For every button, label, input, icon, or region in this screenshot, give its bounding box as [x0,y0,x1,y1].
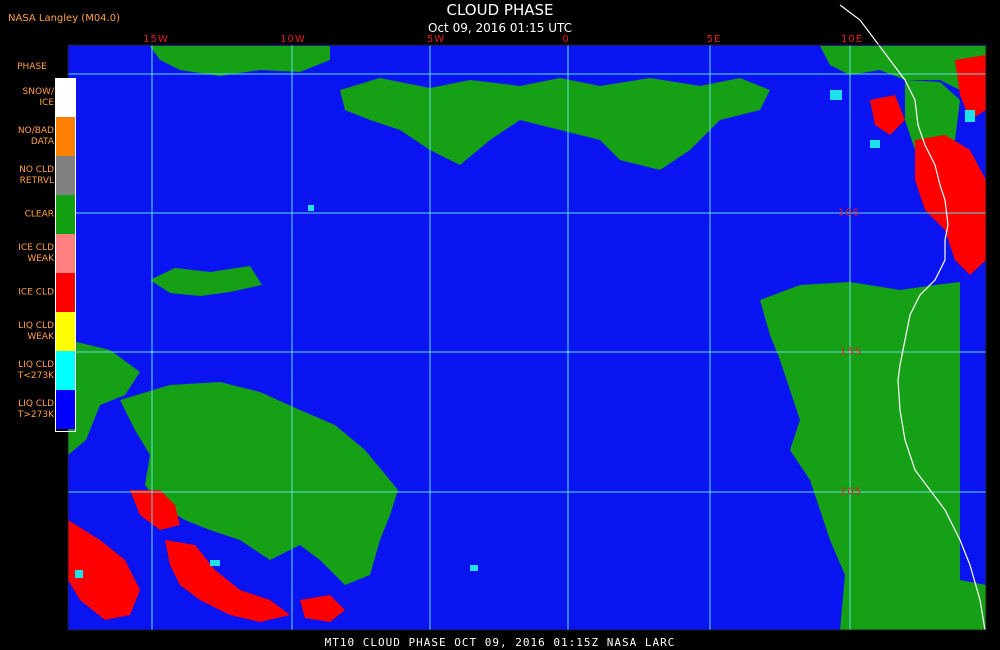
lon-label-5e: 5E [706,34,722,45]
legend-item-label: LIQ CLD WEAK [18,320,54,342]
chart-subtitle: Oct 09, 2016 01:15 UTC [428,21,572,35]
lat-label-15s: 15S [840,346,863,358]
legend-item-label: LIQ CLD T<273K [17,359,54,381]
chart-title: CLOUD PHASE [446,1,554,19]
legend-item-label: SNOW/ ICE [22,86,54,108]
lat-label-10s: 10S [838,207,861,219]
lon-label-5w: 5W [426,34,446,45]
legend-item-label: CLEAR [24,209,54,219]
lon-label-10w: 10W [280,34,306,45]
legend-item-label: ICE CLD [18,287,54,297]
footer-caption: MT10 CLOUD PHASE OCT 09, 2016 01:15Z NAS… [324,636,676,649]
legend-title: PHASE [17,62,47,72]
lon-label-10e: 10E [840,34,864,45]
producer-label: NASA Langley (M04.0) [8,13,120,24]
lon-label-15w: 15W [143,34,169,45]
legend-border [55,78,76,432]
legend-item-label: NO CLD RETRVL [19,164,54,186]
lon-label-0: 0 [562,34,570,45]
cloud-phase-map [0,0,1000,650]
legend-item-label: LIQ CLD T>273K [17,398,54,420]
lat-label-20s: 20S [840,486,863,498]
legend-item-label: ICE CLD WEAK [18,242,54,264]
legend-item-label: NO/BAD DATA [17,125,54,147]
